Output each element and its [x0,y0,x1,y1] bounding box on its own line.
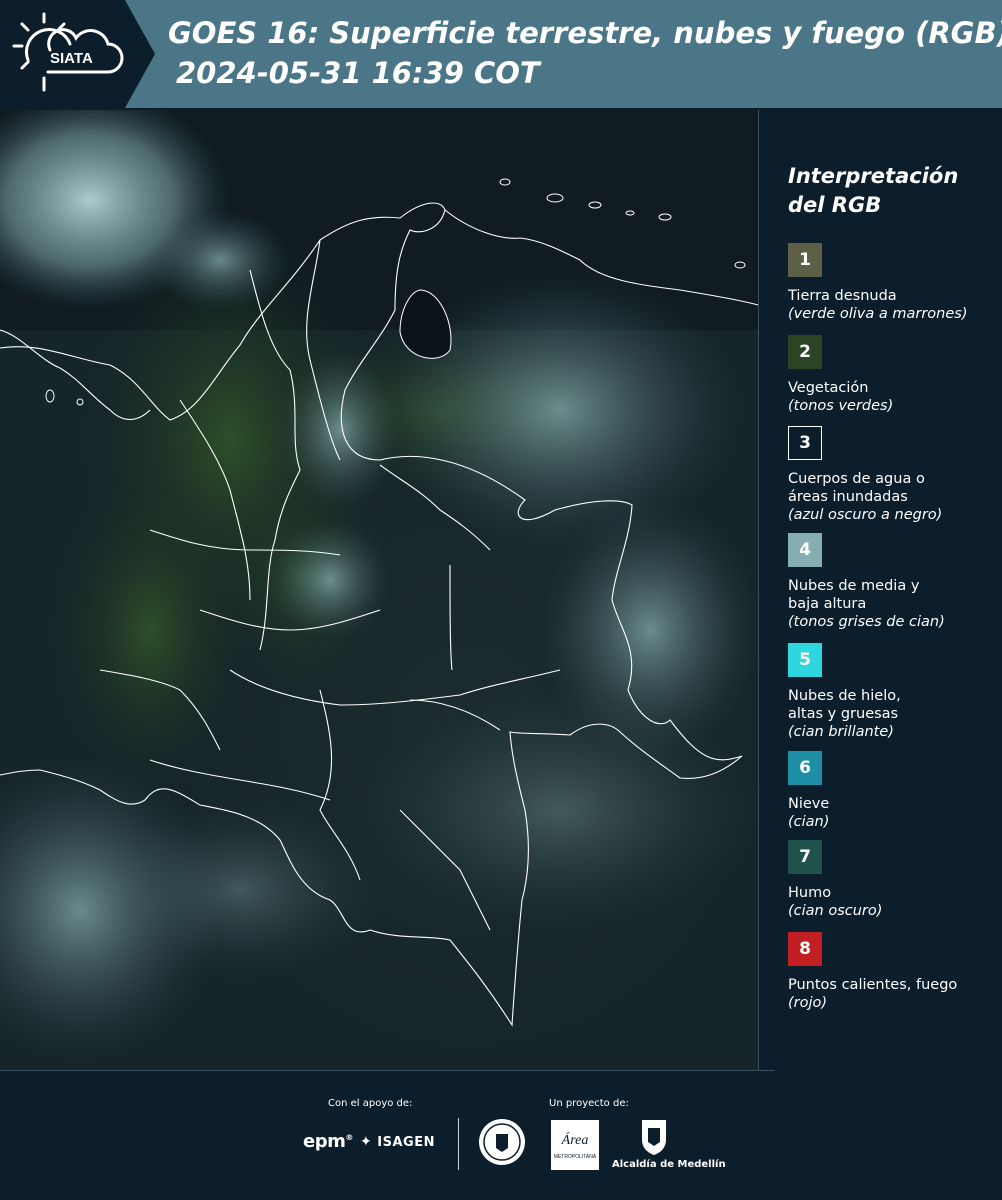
legend-label: Puntos calientes, fuego [788,977,958,993]
legend-description: (cian oscuro) [788,903,883,919]
legend-description: (tonos verdes) [788,398,894,414]
legend-swatch: 3 [788,426,822,460]
medellin-shield-logo[interactable] [640,1118,668,1160]
header-bar: SIATA GOES 16: Superficie terrestre, nub… [0,0,1002,108]
footer-separator [458,1118,459,1170]
legend-description: (verde oliva a marrones) [788,306,968,322]
medellin-label: Alcaldía de Medellín [612,1159,726,1170]
legend-item: 2 Vegetación (tonos verdes) [788,335,998,415]
isagen-logo[interactable]: ✦ ISAGEN [360,1134,435,1150]
legend-description: (azul oscuro a negro) [788,507,943,523]
project-label: Un proyecto de: [549,1098,629,1109]
legend-description: (cian) [788,814,830,830]
legend-label: Cuerpos de agua o áreas inundadas [788,471,925,505]
page-title: GOES 16: Superficie terrestre, nubes y f… [168,16,1002,50]
satellite-map[interactable] [0,110,758,1070]
legend-swatch: 7 [788,840,822,874]
area-metropolitana-logo[interactable]: Área METROPOLITANA [551,1120,599,1174]
legend-label: Humo [788,885,832,901]
legend-swatch: 1 [788,243,822,277]
legend-swatch: 2 [788,335,822,369]
legend-label: Tierra desnuda [788,288,897,304]
legend-label: Nubes de hielo, altas y gruesas [788,688,901,722]
legend-description: (rojo) [788,995,828,1011]
legend-item: 3 Cuerpos de agua o áreas inundadas (azul … [788,426,998,524]
legend-item: 7 Humo (cian oscuro) [788,840,998,920]
svg-text:SIATA: SIATA [50,50,93,67]
timestamp: 2024-05-31 16:39 COT [176,56,540,90]
legend-description: (cian brillante) [788,724,894,740]
legend-swatch: 5 [788,643,822,677]
svg-text:Área: Área [561,1131,589,1148]
legend-item: 4 Nubes de media y baja altura (tonos gris… [788,533,998,631]
university-seal-logo[interactable] [478,1118,526,1170]
legend-description: (tonos grises de cian) [788,614,945,630]
support-label: Con el apoyo de: [328,1098,413,1109]
legend-title: Interpretación del RGB [788,164,959,217]
map-divider [758,110,759,1070]
legend-item: 5 Nubes de hielo, altas y gruesas (cian br… [788,643,998,741]
siata-logo: SIATA [0,0,160,108]
svg-text:METROPOLITANA: METROPOLITANA [554,1154,597,1160]
legend-swatch: 6 [788,751,822,785]
legend-item: 6 Nieve (cian) [788,751,998,831]
legend-swatch: 4 [788,533,822,567]
legend-item: 8 Puntos calientes, fuego (rojo) [788,932,998,1012]
legend-label: Nieve [788,796,830,812]
legend-swatch: 8 [788,932,822,966]
epm-logo[interactable]: epm® [303,1131,353,1152]
legend-item: 1 Tierra desnuda (verde oliva a marrones) [788,243,998,323]
legend-label: Vegetación [788,380,869,396]
footer-divider-line [0,1070,775,1071]
legend-label: Nubes de media y baja altura [788,578,920,612]
